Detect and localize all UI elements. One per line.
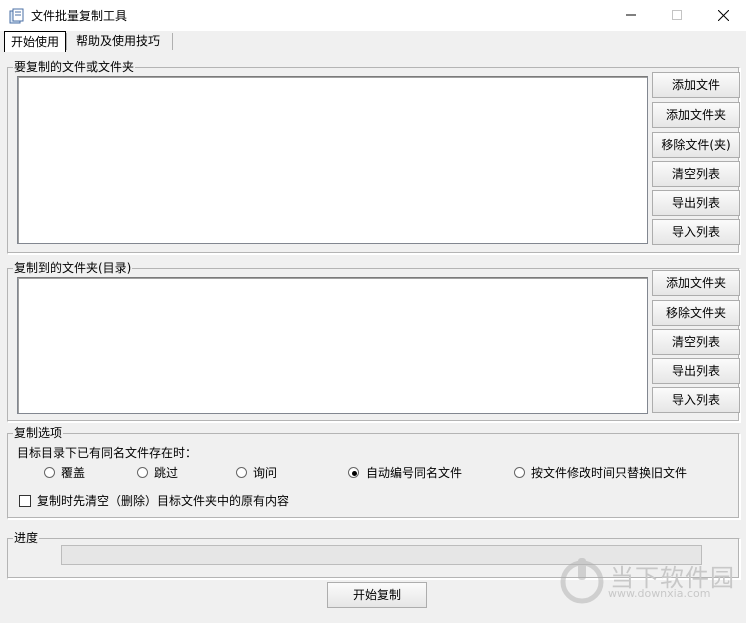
- remove-file-button[interactable]: 移除文件(夹): [652, 132, 740, 158]
- tab-help[interactable]: 帮助及使用技巧: [70, 31, 166, 52]
- radio-replace-older-label[interactable]: 按文件修改时间只替换旧文件: [531, 465, 687, 481]
- source-group-label: 要复制的文件或文件夹: [13, 60, 136, 74]
- minimize-icon: [626, 14, 636, 16]
- clear-target-checkbox-label[interactable]: 复制时先清空（删除）目标文件夹中的原有内容: [37, 493, 289, 509]
- tab-start[interactable]: 开始使用: [4, 31, 67, 52]
- radio-ask-label[interactable]: 询问: [253, 465, 277, 481]
- watermark-logo: [560, 558, 604, 604]
- maximize-button[interactable]: [654, 0, 700, 31]
- import-source-list-button[interactable]: 导入列表: [652, 219, 740, 245]
- clear-target-list-button[interactable]: 清空列表: [652, 329, 740, 355]
- add-folder-button[interactable]: 添加文件夹: [652, 102, 740, 128]
- target-group-label: 复制到的文件夹(目录): [13, 261, 133, 275]
- source-file-list[interactable]: [17, 76, 648, 244]
- import-target-list-button[interactable]: 导入列表: [652, 387, 740, 413]
- clear-target-checkbox[interactable]: [19, 495, 31, 507]
- maximize-icon: [672, 10, 682, 20]
- window-title: 文件批量复制工具: [31, 9, 128, 23]
- tab-separator: [66, 33, 67, 50]
- progress-bar: [61, 545, 702, 565]
- remove-target-folder-button[interactable]: 移除文件夹: [652, 300, 740, 326]
- options-group-label: 复制选项: [13, 426, 64, 440]
- conflict-prompt: 目标目录下已有同名文件存在时：: [17, 446, 198, 460]
- target-folder-list[interactable]: [17, 277, 648, 414]
- start-copy-button[interactable]: 开始复制: [327, 582, 427, 608]
- add-target-folder-button[interactable]: 添加文件夹: [652, 270, 740, 296]
- radio-auto-number[interactable]: [348, 467, 359, 478]
- radio-skip[interactable]: [137, 467, 148, 478]
- radio-auto-number-label[interactable]: 自动编号同名文件: [366, 465, 462, 481]
- export-source-list-button[interactable]: 导出列表: [652, 190, 740, 216]
- add-file-button[interactable]: 添加文件: [652, 72, 740, 98]
- tab-separator: [172, 33, 173, 50]
- close-button[interactable]: [700, 0, 746, 31]
- export-target-list-button[interactable]: 导出列表: [652, 358, 740, 384]
- clear-source-list-button[interactable]: 清空列表: [652, 161, 740, 187]
- radio-skip-label[interactable]: 跳过: [154, 465, 178, 481]
- radio-overwrite[interactable]: [44, 467, 55, 478]
- close-icon: [717, 9, 729, 21]
- watermark-url: www.downxia.com: [608, 587, 711, 600]
- app-icon: [9, 8, 24, 24]
- minimize-button[interactable]: [608, 0, 654, 31]
- radio-replace-older[interactable]: [514, 467, 525, 478]
- progress-group-label: 进度: [13, 531, 40, 545]
- radio-overwrite-label[interactable]: 覆盖: [61, 465, 85, 481]
- radio-ask[interactable]: [236, 467, 247, 478]
